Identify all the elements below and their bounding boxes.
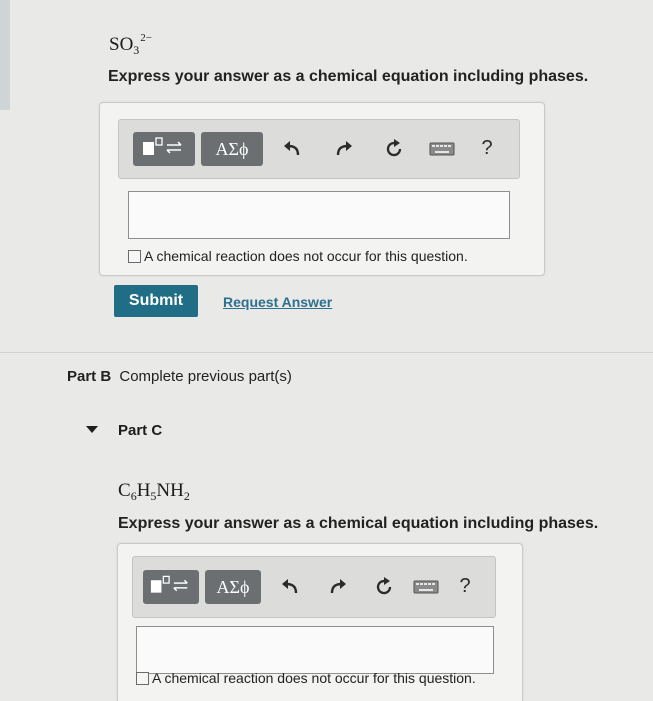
part-c-collapse-icon[interactable] <box>86 426 98 433</box>
templates-button[interactable] <box>133 132 195 166</box>
undo-icon[interactable] <box>277 574 303 600</box>
submit-button[interactable]: Submit <box>114 285 198 317</box>
redo-icon[interactable] <box>325 574 351 600</box>
part-c-no-reaction-row: A chemical reaction does not occur for t… <box>136 670 476 686</box>
help-button[interactable]: ? <box>475 134 499 162</box>
part-c-no-reaction-checkbox[interactable] <box>136 671 149 685</box>
part-c-no-reaction-label: A chemical reaction does not occur for t… <box>152 670 476 686</box>
greek-symbols-button[interactable]: ΑΣϕ <box>201 132 263 166</box>
part-a-instruction: Express your answer as a chemical equati… <box>108 68 589 85</box>
part-c-label[interactable]: Part C <box>118 422 162 439</box>
section-divider <box>0 352 653 353</box>
templates-icon <box>149 574 193 601</box>
left-edge-strip <box>0 0 10 110</box>
request-answer-link[interactable]: Request Answer <box>223 294 332 310</box>
part-b-label: Part B <box>67 368 112 385</box>
undo-icon[interactable] <box>279 136 305 162</box>
part-b-status: Complete previous part(s) <box>119 368 292 385</box>
part-a-toolbar: ΑΣϕ ? <box>118 119 520 179</box>
part-c-instruction: Express your answer as a chemical equati… <box>118 515 599 532</box>
reset-icon[interactable] <box>381 136 407 162</box>
part-c-answer-input[interactable] <box>136 626 494 674</box>
part-a-formula: SO32− <box>109 32 153 57</box>
part-a-no-reaction-row: A chemical reaction does not occur for t… <box>128 248 468 264</box>
keyboard-icon[interactable] <box>411 576 441 598</box>
part-c-toolbar: ΑΣϕ ? <box>132 556 496 618</box>
part-c-formula: C6H5NH2 <box>118 480 190 503</box>
part-c-answer-box: ΑΣϕ ? A chemical reaction does not occur… <box>117 543 523 701</box>
part-c-templates-button[interactable] <box>143 570 199 604</box>
keyboard-icon[interactable] <box>427 138 457 160</box>
redo-icon[interactable] <box>331 136 357 162</box>
part-a-answer-box: ΑΣϕ ? A chemical reaction does not occur… <box>99 102 545 276</box>
part-a-no-reaction-label: A chemical reaction does not occur for t… <box>144 248 468 264</box>
part-b-row[interactable]: Part B Complete previous part(s) <box>67 368 292 385</box>
templates-icon <box>141 136 187 163</box>
part-c-greek-symbols-button[interactable]: ΑΣϕ <box>205 570 261 604</box>
reset-icon[interactable] <box>371 574 397 600</box>
part-c-help-button[interactable]: ? <box>453 572 477 600</box>
part-a-answer-input[interactable] <box>128 191 510 239</box>
part-a-no-reaction-checkbox[interactable] <box>128 249 141 263</box>
